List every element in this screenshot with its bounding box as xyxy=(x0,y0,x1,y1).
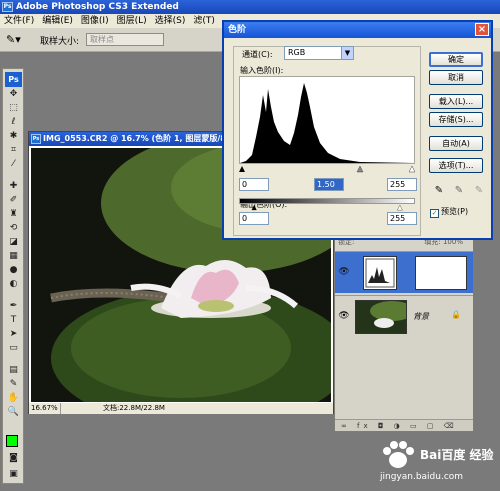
menu-edit[interactable]: 编辑(E) xyxy=(38,14,77,28)
menu-select[interactable]: 选择(S) xyxy=(151,14,190,28)
path-selection-tool-icon[interactable]: ➤ xyxy=(6,329,21,340)
eraser-tool-icon[interactable]: ◪ xyxy=(6,237,21,248)
channel-label: 通道(C): xyxy=(242,50,273,59)
output-gradient-bar xyxy=(239,198,415,204)
healing-brush-tool-icon[interactable]: ✚ xyxy=(6,181,21,192)
layer-mask-thumbnail[interactable] xyxy=(415,256,467,290)
paw-logo-icon xyxy=(383,441,414,468)
input-white-field[interactable]: 255 xyxy=(387,178,417,191)
input-black-field[interactable]: 0 xyxy=(239,178,269,191)
levels-adjustment-thumbnail xyxy=(363,256,397,290)
photoshop-logo-icon: Ps xyxy=(2,2,13,12)
eye-icon[interactable]: 👁 xyxy=(338,310,350,322)
foreground-color-swatch[interactable] xyxy=(6,435,18,447)
zoom-level[interactable]: 16.67% xyxy=(31,403,61,414)
move-tool-icon[interactable]: ✥ xyxy=(6,89,21,100)
input-white-handle xyxy=(408,166,415,173)
watermark: Bai百度 经验 jingyan.baidu.com xyxy=(370,440,496,490)
eyedropper-tool-icon[interactable]: ✎▾ xyxy=(6,33,26,47)
levels-dialog: 色阶 × 通道(C): RGB ▼ 输入色阶(I): 0 1.50 255 输出… xyxy=(222,20,493,240)
input-gamma-handle xyxy=(356,166,364,173)
preview-label: 预览(P) xyxy=(441,207,469,216)
marquee-tool-icon[interactable]: ⬚ xyxy=(6,103,21,114)
type-tool-icon[interactable]: T xyxy=(6,315,21,326)
load-button[interactable]: 载入(L)... xyxy=(429,94,483,109)
input-levels-slider[interactable] xyxy=(239,166,415,173)
pen-tool-icon[interactable]: ✒ xyxy=(6,301,21,312)
chevron-down-icon[interactable]: ▼ xyxy=(341,47,353,59)
input-black-handle xyxy=(239,166,245,172)
layer-name-background: 背景 xyxy=(413,312,429,321)
document-status-bar: 16.67% 文档:22.8M/22.8M xyxy=(29,403,333,414)
background-thumbnail xyxy=(355,300,407,334)
menu-filter[interactable]: 滤(T) xyxy=(189,14,219,28)
menu-file[interactable]: 文件(F) xyxy=(0,14,38,28)
lasso-tool-icon[interactable]: ℓ xyxy=(6,117,21,128)
lock-icon: 🔒 xyxy=(451,310,461,319)
close-icon[interactable]: × xyxy=(475,23,489,36)
app-title-bar: Ps Adobe Photoshop CS3 Extended xyxy=(0,0,500,14)
sample-size-label: 取样大小: xyxy=(40,37,80,47)
hand-tool-icon[interactable]: ✋ xyxy=(6,393,21,404)
output-levels-slider[interactable] xyxy=(239,205,415,211)
channel-value: RGB xyxy=(288,48,306,57)
screen-mode-icon[interactable]: ▣ xyxy=(6,469,21,480)
layers-footer-buttons[interactable]: ∞ fx ◘ ◑ ▭ ▢ ⌫ xyxy=(335,419,473,431)
menu-layer[interactable]: 图层(L) xyxy=(113,14,151,28)
layer-row-background[interactable]: 👁 背景 🔒 xyxy=(335,295,473,337)
slice-tool-icon[interactable]: ⁄ xyxy=(6,159,21,170)
output-white-field[interactable]: 255 xyxy=(387,212,417,225)
gradient-tool-icon[interactable]: ▦ xyxy=(6,251,21,262)
shape-tool-icon[interactable]: ▭ xyxy=(6,343,21,354)
document-icon: Ps xyxy=(31,134,41,144)
notes-tool-icon[interactable]: ▤ xyxy=(6,365,21,376)
crop-tool-icon[interactable]: ⌗ xyxy=(6,145,21,156)
gray-eyedropper-icon[interactable]: ✎ xyxy=(453,185,465,197)
eye-icon[interactable]: 👁 xyxy=(338,266,350,278)
options-button[interactable]: 选项(T)... xyxy=(429,158,483,173)
brush-tool-icon[interactable]: ✐ xyxy=(6,195,21,206)
ps-logo: Ps xyxy=(5,72,22,87)
cancel-button[interactable]: 取消 xyxy=(429,70,483,85)
watermark-url: jingyan.baidu.com xyxy=(380,472,464,482)
channel-select[interactable]: RGB ▼ xyxy=(284,46,354,60)
save-button[interactable]: 存储(S)... xyxy=(429,112,483,127)
histogram xyxy=(239,76,415,164)
sample-size-select[interactable]: 取样点 xyxy=(86,33,164,46)
magic-wand-tool-icon[interactable]: ✱ xyxy=(6,131,21,142)
black-eyedropper-icon[interactable]: ✎ xyxy=(433,185,445,197)
dodge-tool-icon[interactable]: ◐ xyxy=(6,279,21,290)
zoom-tool-icon[interactable]: 🔍 xyxy=(6,407,21,418)
history-brush-tool-icon[interactable]: ⟲ xyxy=(6,223,21,234)
clone-stamp-tool-icon[interactable]: ♜ xyxy=(6,209,21,220)
app-title: Adobe Photoshop CS3 Extended xyxy=(16,2,179,12)
ok-button[interactable]: 确定 xyxy=(429,52,483,67)
output-black-field[interactable]: 0 xyxy=(239,212,269,225)
layers-panel: 锁定: 填充: 100% 👁 👁 背景 🔒 ∞ fx ◘ ◑ ▭ ▢ ⌫ xyxy=(334,236,474,432)
document-title: IMG_0553.CR2 @ 16.7% (色阶 1, 图层蒙版/8) xyxy=(43,134,230,143)
input-gamma-field[interactable]: 1.50 xyxy=(314,178,344,191)
watermark-text: Bai百度 经验 xyxy=(420,448,494,462)
quick-mask-icon[interactable]: ◙ xyxy=(6,453,21,464)
eyedropper-tool-icon[interactable]: ✎ xyxy=(6,379,21,390)
preview-checkbox[interactable]: ✓ 预览(P) xyxy=(430,206,468,218)
levels-dialog-title: 色阶 xyxy=(224,22,491,38)
blur-tool-icon[interactable]: ● xyxy=(6,265,21,276)
input-levels-label: 输入色阶(I): xyxy=(240,66,284,75)
white-eyedropper-icon[interactable]: ✎ xyxy=(473,185,485,197)
output-black-handle xyxy=(251,205,257,211)
output-white-handle xyxy=(396,205,403,211)
toolbox: Ps ✥ ⬚ ℓ ✱ ⌗ ⁄ ✚ ✐ ♜ ⟲ ◪ ▦ ● ◐ ✒ T ➤ ▭ ▤… xyxy=(2,68,24,484)
checkbox-checked-icon[interactable]: ✓ xyxy=(430,209,439,218)
auto-button[interactable]: 自动(A) xyxy=(429,136,483,151)
layer-row-levels[interactable]: 👁 xyxy=(335,251,473,293)
menu-image[interactable]: 图像(I) xyxy=(77,14,113,28)
document-size-info: 文档:22.8M/22.8M xyxy=(103,404,165,412)
